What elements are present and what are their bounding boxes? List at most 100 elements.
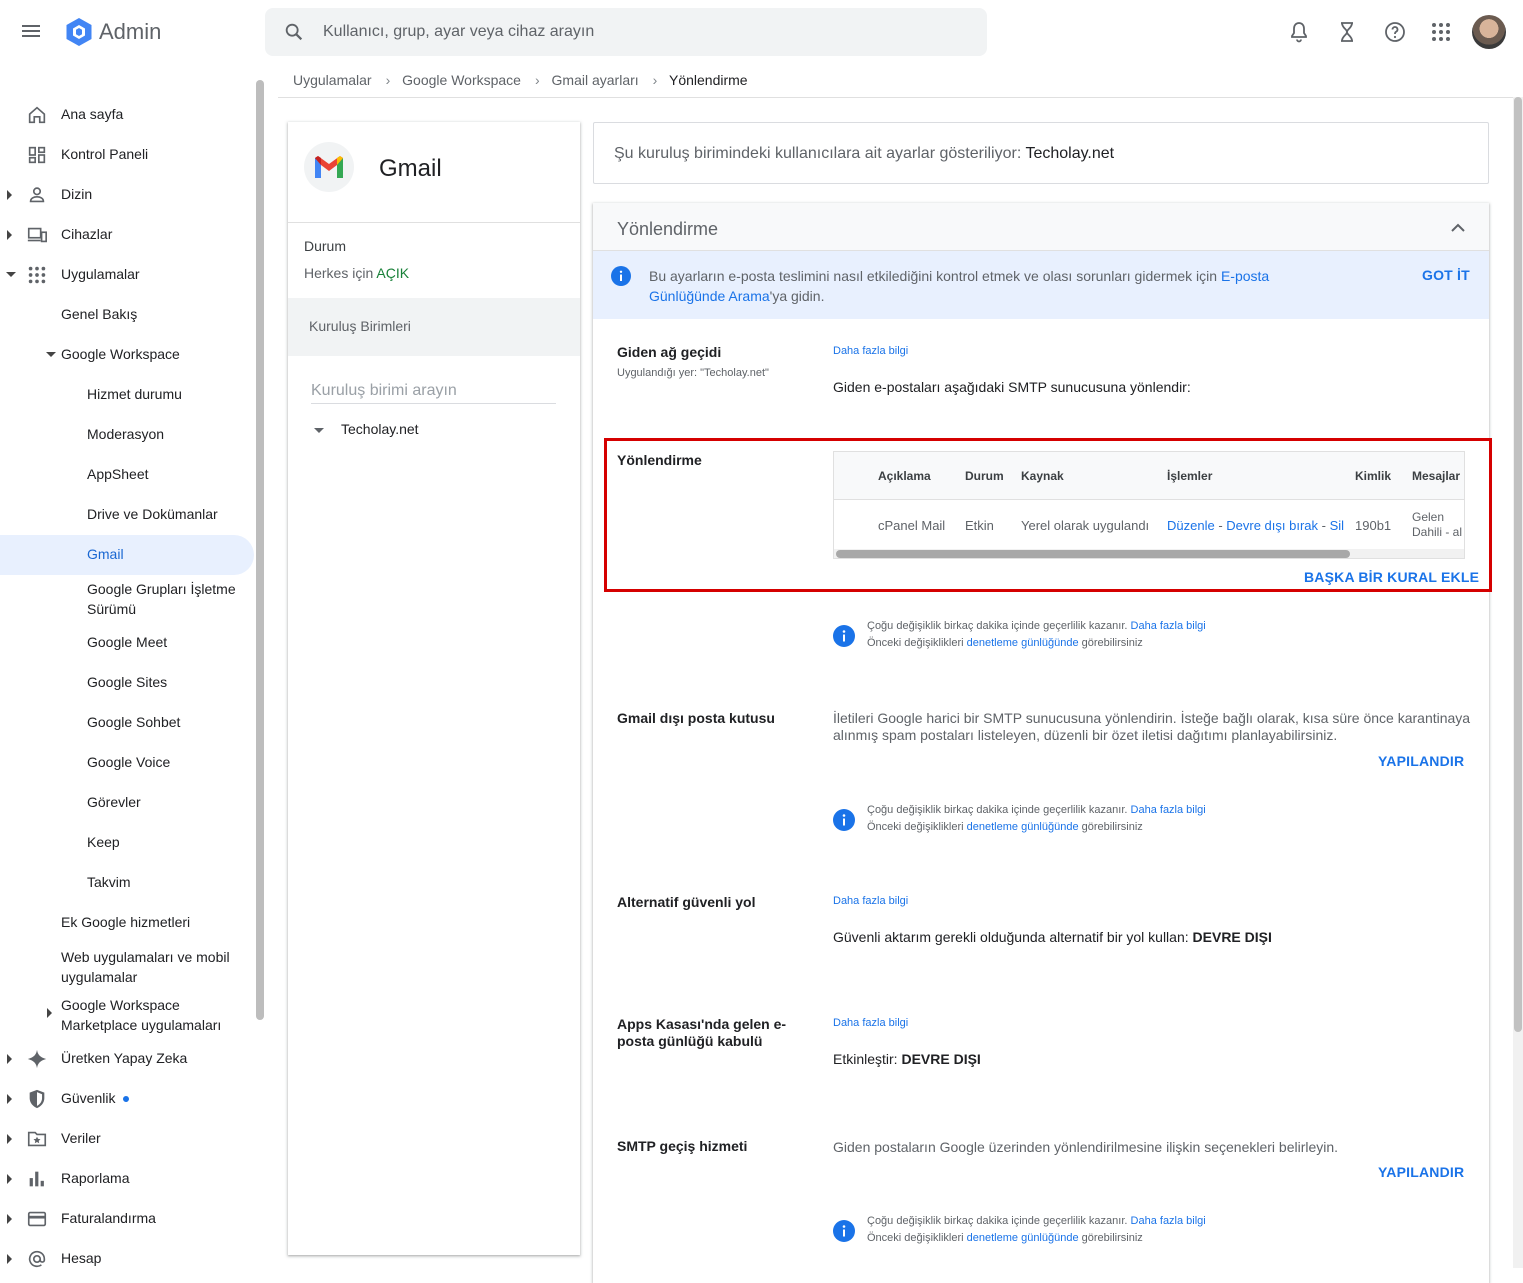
sidebar-item-moderation[interactable]: Moderasyon bbox=[0, 415, 254, 455]
admin-logo-icon[interactable] bbox=[63, 16, 95, 48]
add-another-rule-button[interactable]: BAŞKA BİR KURAL EKLE bbox=[1304, 569, 1479, 585]
expand-arrow-icon[interactable] bbox=[7, 1134, 12, 1144]
apps-grid-icon[interactable] bbox=[1429, 20, 1453, 44]
non-gmail-configure-button[interactable]: YAPILANDIR bbox=[1378, 753, 1464, 769]
collapse-arrow-icon[interactable] bbox=[6, 272, 16, 277]
disable-rule-link[interactable]: Devre dışı bırak bbox=[1226, 518, 1318, 533]
delete-rule-link[interactable]: Sil bbox=[1330, 518, 1344, 533]
vault-learn-more-link[interactable]: Daha fazla bilgi bbox=[833, 1017, 908, 1029]
sidebar-item-home[interactable]: Ana sayfa bbox=[0, 95, 254, 135]
sidebar-item-generative-ai[interactable]: Üretken Yapay Zeka bbox=[0, 1039, 254, 1079]
sidebar-item-google-meet[interactable]: Google Meet bbox=[0, 623, 254, 663]
alt-route-value[interactable]: Güvenli aktarım gerekli olduğunda altern… bbox=[833, 929, 1272, 945]
expand-arrow-icon[interactable] bbox=[7, 1214, 12, 1224]
alt-route-learn-more-link[interactable]: Daha fazla bilgi bbox=[833, 895, 908, 907]
org-unit-search-input[interactable] bbox=[311, 378, 556, 404]
scrollbar-thumb[interactable] bbox=[1514, 97, 1522, 1032]
sidebar-item-google-sites[interactable]: Google Sites bbox=[0, 663, 254, 703]
expand-arrow-icon[interactable] bbox=[47, 1008, 52, 1018]
audit-log-link[interactable]: denetleme günlüğünde bbox=[967, 821, 1079, 833]
sidebar-item-google-chat[interactable]: Google Sohbet bbox=[0, 703, 254, 743]
note-learn-more-link[interactable]: Daha fazla bilgi bbox=[1131, 1215, 1206, 1227]
sidebar-item-account[interactable]: Hesap bbox=[0, 1239, 254, 1279]
top-bar: Admin bbox=[0, 0, 1523, 64]
search-box[interactable] bbox=[265, 8, 987, 56]
help-icon[interactable] bbox=[1383, 20, 1407, 44]
sidebar-item-appsheet[interactable]: AppSheet bbox=[0, 455, 254, 495]
sidebar-item-label: Google Grupları İşletme Sürümü bbox=[87, 581, 236, 617]
security-label-text: Güvenlik bbox=[61, 1090, 116, 1106]
sidebar-scrollbar[interactable] bbox=[256, 80, 264, 1020]
sidebar-item-web-mobile-apps[interactable]: Web uygulamaları ve mobil uygulamalar bbox=[0, 943, 254, 987]
col-description[interactable]: Açıklama bbox=[878, 469, 931, 483]
bell-icon[interactable] bbox=[1287, 20, 1311, 44]
sidebar-item-label: Gmail bbox=[87, 546, 124, 562]
app-title[interactable]: Admin bbox=[99, 19, 161, 45]
outbound-gateway-value[interactable]: Giden e-postaları aşağıdaki SMTP sunucus… bbox=[833, 379, 1191, 395]
sidebar-item-label: Cihazlar bbox=[61, 226, 113, 242]
sidebar-item-calendar[interactable]: Takvim bbox=[0, 863, 254, 903]
sidebar-item-additional-services[interactable]: Ek Google hizmetleri bbox=[0, 903, 254, 943]
search-icon[interactable] bbox=[283, 21, 305, 43]
smtp-relay-configure-button[interactable]: YAPILANDIR bbox=[1378, 1164, 1464, 1180]
sidebar-item-directory[interactable]: Dizin bbox=[0, 175, 254, 215]
vault-value[interactable]: Etkinleştir: DEVRE DIŞI bbox=[833, 1051, 981, 1067]
sidebar-item-drive-docs[interactable]: Drive ve Dokümanlar bbox=[0, 495, 254, 535]
panel-header[interactable]: Yönlendirme bbox=[593, 203, 1489, 251]
col-actions[interactable]: İşlemler bbox=[1167, 469, 1212, 483]
main-scrollbar[interactable] bbox=[1513, 97, 1523, 1268]
sidebar-item-service-status[interactable]: Hizmet durumu bbox=[0, 375, 254, 415]
expand-arrow-icon[interactable] bbox=[7, 1054, 12, 1064]
audit-log-link[interactable]: denetleme günlüğünde bbox=[967, 1232, 1079, 1244]
breadcrumb-apps[interactable]: Uygulamalar bbox=[293, 72, 372, 88]
expand-arrow-icon[interactable] bbox=[7, 1174, 12, 1184]
sidebar-item-security[interactable]: Güvenlik bbox=[0, 1079, 254, 1119]
sidebar-item-devices[interactable]: Cihazlar bbox=[0, 215, 254, 255]
sidebar-item-label: Web uygulamaları ve mobil uygulamalar bbox=[61, 949, 230, 985]
account-avatar[interactable] bbox=[1472, 15, 1506, 49]
sidebar-item-reporting[interactable]: Raporlama bbox=[0, 1159, 254, 1199]
note-learn-more-link[interactable]: Daha fazla bilgi bbox=[1131, 620, 1206, 632]
sidebar-item-marketplace-apps[interactable]: Google Workspace Marketplace uygulamalar… bbox=[0, 991, 254, 1035]
sidebar-item-apps[interactable]: Uygulamalar bbox=[0, 255, 254, 295]
sidebar-item-label: Kontrol Paneli bbox=[61, 146, 149, 162]
org-unit-root[interactable]: Techolay.net bbox=[312, 420, 512, 444]
note-learn-more-link[interactable]: Daha fazla bilgi bbox=[1131, 804, 1206, 816]
sidebar-item-overview[interactable]: Genel Bakış bbox=[0, 295, 254, 335]
collapse-arrow-icon[interactable] bbox=[46, 352, 56, 357]
hourglass-icon[interactable] bbox=[1335, 20, 1359, 44]
col-status[interactable]: Durum bbox=[965, 469, 1004, 483]
breadcrumb-divider bbox=[278, 97, 1513, 98]
col-id[interactable]: Kimlik bbox=[1355, 469, 1391, 483]
sidebar-item-dashboard[interactable]: Kontrol Paneli bbox=[0, 135, 254, 175]
sidebar-item-label: Keep bbox=[87, 834, 120, 850]
expand-arrow-icon[interactable] bbox=[7, 230, 12, 240]
sidebar-item-keep[interactable]: Keep bbox=[0, 823, 254, 863]
expand-arrow-icon[interactable] bbox=[7, 190, 12, 200]
chevron-up-icon[interactable] bbox=[1451, 223, 1465, 233]
sidebar-item-gmail[interactable]: Gmail bbox=[0, 535, 254, 575]
search-input[interactable] bbox=[323, 18, 963, 46]
expand-arrow-icon[interactable] bbox=[7, 1094, 12, 1104]
audit-log-link[interactable]: denetleme günlüğünde bbox=[967, 637, 1079, 649]
status-value[interactable]: Herkes için AÇIK bbox=[304, 265, 409, 281]
sidebar-item-data[interactable]: Veriler bbox=[0, 1119, 254, 1159]
sidebar-item-billing[interactable]: Faturalandırma bbox=[0, 1199, 254, 1239]
sidebar-item-tasks[interactable]: Görevler bbox=[0, 783, 254, 823]
breadcrumb-workspace[interactable]: Google Workspace bbox=[402, 72, 521, 88]
main-menu-button[interactable] bbox=[22, 22, 46, 42]
sidebar-item-google-workspace[interactable]: Google Workspace bbox=[0, 335, 254, 375]
outbound-gateway-learn-more-link[interactable]: Daha fazla bilgi bbox=[833, 345, 908, 357]
info-icon bbox=[833, 625, 855, 647]
scrollbar-thumb[interactable] bbox=[836, 550, 1350, 558]
col-source[interactable]: Kaynak bbox=[1021, 469, 1064, 483]
sidebar-item-google-groups[interactable]: Google Grupları İşletme Sürümü bbox=[0, 575, 254, 619]
table-horizontal-scrollbar[interactable] bbox=[834, 549, 1464, 558]
expand-arrow-icon[interactable] bbox=[7, 1254, 12, 1264]
got-it-button[interactable]: GOT İT bbox=[1422, 267, 1470, 283]
edit-rule-link[interactable]: Düzenle bbox=[1167, 518, 1215, 533]
sidebar-item-google-voice[interactable]: Google Voice bbox=[0, 743, 254, 783]
breadcrumb-gmail-settings[interactable]: Gmail ayarları bbox=[552, 72, 639, 88]
collapse-arrow-icon[interactable] bbox=[314, 428, 324, 433]
col-messages[interactable]: Mesajlar bbox=[1412, 469, 1460, 483]
